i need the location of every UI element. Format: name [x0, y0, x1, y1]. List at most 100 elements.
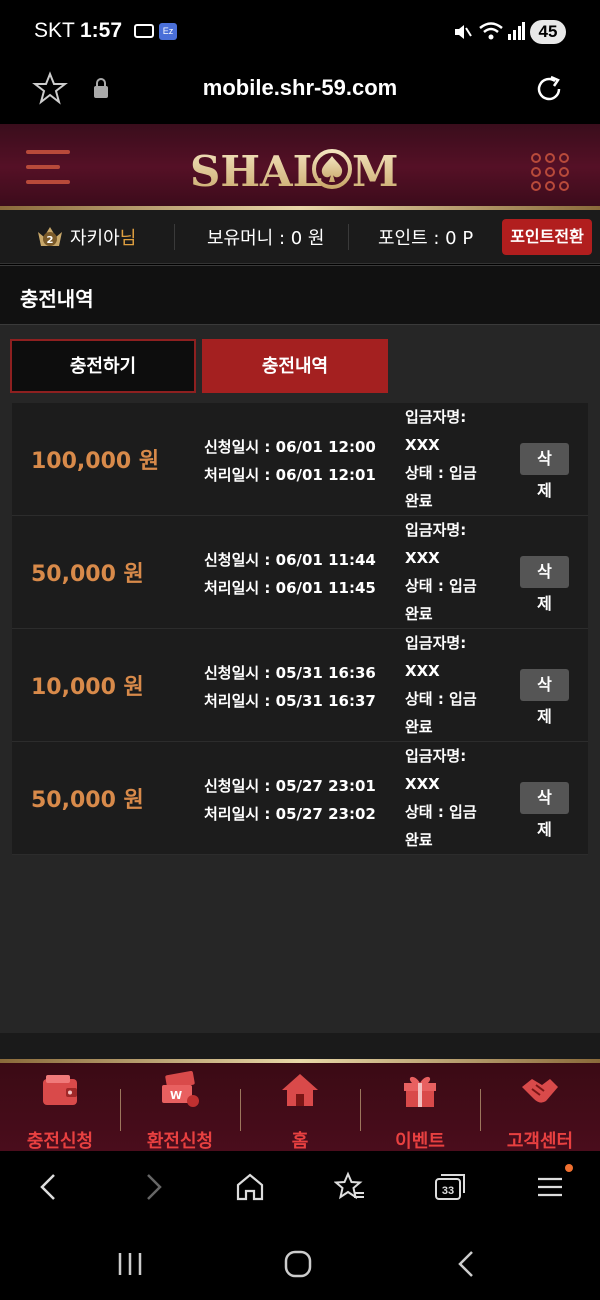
- status-value: 완료: [405, 492, 433, 510]
- svg-text:M: M: [352, 147, 399, 194]
- deposit-info: 입금자명: XXX 상태 : 입금 완료: [405, 403, 515, 515]
- nav-home[interactable]: 홈: [240, 1069, 360, 1152]
- forward-icon[interactable]: [136, 1171, 168, 1203]
- android-nav-bar: [0, 1223, 600, 1300]
- bookmarks-icon[interactable]: [334, 1171, 366, 1203]
- status-value: 완료: [405, 605, 433, 623]
- request-time: 신청일시 : 06/01 12:00: [204, 438, 376, 456]
- carrier-label: SKT: [34, 19, 75, 42]
- processed-time: 처리일시 : 06/01 11:45: [204, 579, 376, 597]
- request-time: 신청일시 : 05/31 16:36: [204, 664, 376, 682]
- level-badge-icon: 2: [38, 227, 62, 246]
- ez-app-icon: Ez: [159, 23, 177, 40]
- delete-label-2: 제: [537, 707, 552, 726]
- depositor-label: 입금자명:: [405, 521, 467, 539]
- depositor-name: XXX: [405, 436, 440, 454]
- depositor-name: XXX: [405, 549, 440, 567]
- status-label: 상태 : 입금: [405, 803, 477, 821]
- delete-label-2: 제: [537, 820, 552, 839]
- main-content: 충전하기 충전내역 100,000 원 신청일시 : 06/01 12:00 처…: [0, 325, 600, 1033]
- tab-charge-history[interactable]: 충전내역: [202, 339, 388, 393]
- amount: 50,000 원: [31, 562, 144, 587]
- status-label: 상태 : 입금: [405, 577, 477, 595]
- bottom-site-nav: 충전신청 W 환전신청 홈 이벤트 고객센터: [0, 1059, 600, 1152]
- site-header: SHAL M: [0, 124, 600, 210]
- list-item: 100,000 원 신청일시 : 06/01 12:00 처리일시 : 06/0…: [12, 403, 588, 516]
- nav-exchange-request[interactable]: W 환전신청: [120, 1069, 240, 1152]
- nav-label: 충전신청: [26, 1131, 94, 1152]
- nav-label: 홈: [291, 1131, 309, 1152]
- wallet-icon: [43, 1075, 77, 1105]
- point-convert-button[interactable]: 포인트전환: [502, 219, 592, 255]
- delete-button[interactable]: 삭 제: [520, 556, 569, 613]
- nav-label: 고객센터: [506, 1131, 574, 1152]
- amount: 100,000 원: [31, 449, 160, 474]
- mute-icon: [455, 25, 472, 39]
- dates: 신청일시 : 05/31 16:36 처리일시 : 05/31 16:37: [204, 659, 376, 715]
- charge-history-list: 100,000 원 신청일시 : 06/01 12:00 처리일시 : 06/0…: [12, 403, 588, 855]
- username: 자키아님: [70, 224, 136, 250]
- delete-button[interactable]: 삭 제: [520, 443, 569, 500]
- delete-label-1: 삭: [537, 449, 552, 468]
- delete-button[interactable]: 삭 제: [520, 669, 569, 726]
- status-value: 완료: [405, 718, 433, 736]
- dates: 신청일시 : 06/01 12:00 처리일시 : 06/01 12:01: [204, 433, 376, 489]
- home-icon: [282, 1074, 318, 1106]
- menu-hamburger-icon[interactable]: [26, 150, 70, 188]
- amount: 50,000 원: [31, 788, 144, 813]
- deposit-info: 입금자명: XXX 상태 : 입금 완료: [405, 516, 515, 628]
- delete-label-2: 제: [537, 594, 552, 613]
- status-value: 완료: [405, 831, 433, 849]
- depositor-name: XXX: [405, 662, 440, 680]
- nav-event[interactable]: 이벤트: [360, 1069, 480, 1152]
- depositor-label: 입금자명:: [405, 634, 467, 652]
- list-item: 50,000 원 신청일시 : 05/27 23:01 처리일시 : 05/27…: [12, 742, 588, 855]
- content-footer-gap: [0, 1033, 600, 1059]
- request-time: 신청일시 : 06/01 11:44: [204, 551, 376, 569]
- back-icon[interactable]: [34, 1171, 66, 1203]
- shalom-logo-graphic: SHAL M: [190, 147, 399, 196]
- grid-menu-icon[interactable]: [530, 152, 570, 192]
- dates: 신청일시 : 06/01 11:44 처리일시 : 06/01 11:45: [204, 546, 376, 602]
- svg-text:W: W: [170, 1089, 182, 1102]
- android-home-icon[interactable]: [283, 1249, 313, 1279]
- deposit-info: 입금자명: XXX 상태 : 입금 완료: [405, 629, 515, 741]
- android-back-icon[interactable]: [452, 1249, 482, 1279]
- divider: [174, 224, 175, 250]
- handshake-icon: [522, 1079, 558, 1103]
- honorific: 님: [119, 228, 137, 249]
- url-text[interactable]: mobile.shr-59.com: [0, 75, 600, 101]
- status-label: 상태 : 입금: [405, 464, 477, 482]
- svg-text:SHAL: SHAL: [190, 147, 322, 194]
- recent-apps-icon[interactable]: [115, 1249, 145, 1279]
- site-logo[interactable]: SHAL M: [190, 144, 410, 196]
- page-title: 충전내역: [20, 287, 94, 311]
- menu-icon[interactable]: [534, 1171, 566, 1203]
- reload-icon[interactable]: [532, 72, 566, 106]
- delete-label-1: 삭: [537, 562, 552, 581]
- gift-icon: [404, 1076, 436, 1107]
- browser-toolbar: 33: [0, 1151, 600, 1223]
- list-item: 10,000 원 신청일시 : 05/31 16:36 처리일시 : 05/31…: [12, 629, 588, 742]
- voicemail-icon: [134, 24, 154, 38]
- delete-button[interactable]: 삭 제: [520, 782, 569, 839]
- tabs-icon[interactable]: 33: [434, 1171, 466, 1203]
- processed-time: 처리일시 : 06/01 12:01: [204, 466, 376, 484]
- battery-icon: 45: [530, 20, 566, 44]
- delete-label-2: 제: [537, 481, 552, 500]
- dates: 신청일시 : 05/27 23:01 처리일시 : 05/27 23:02: [204, 772, 376, 828]
- exchange-icon: W: [162, 1071, 199, 1107]
- tab-charge[interactable]: 충전하기: [10, 339, 196, 393]
- clock: 1:57: [80, 19, 123, 42]
- processed-time: 처리일시 : 05/31 16:37: [204, 692, 376, 710]
- notification-dot: [565, 1164, 573, 1172]
- amount: 10,000 원: [31, 675, 144, 700]
- nav-charge-request[interactable]: 충전신청: [0, 1069, 120, 1152]
- processed-time: 처리일시 : 05/27 23:02: [204, 805, 376, 823]
- home-icon[interactable]: [234, 1171, 266, 1203]
- depositor-label: 입금자명:: [405, 747, 467, 765]
- browser-url-bar: mobile.shr-59.com: [0, 62, 600, 124]
- tab-count: 33: [442, 1185, 454, 1197]
- nav-label: 이벤트: [395, 1131, 445, 1152]
- nav-customer-center[interactable]: 고객센터: [480, 1069, 600, 1152]
